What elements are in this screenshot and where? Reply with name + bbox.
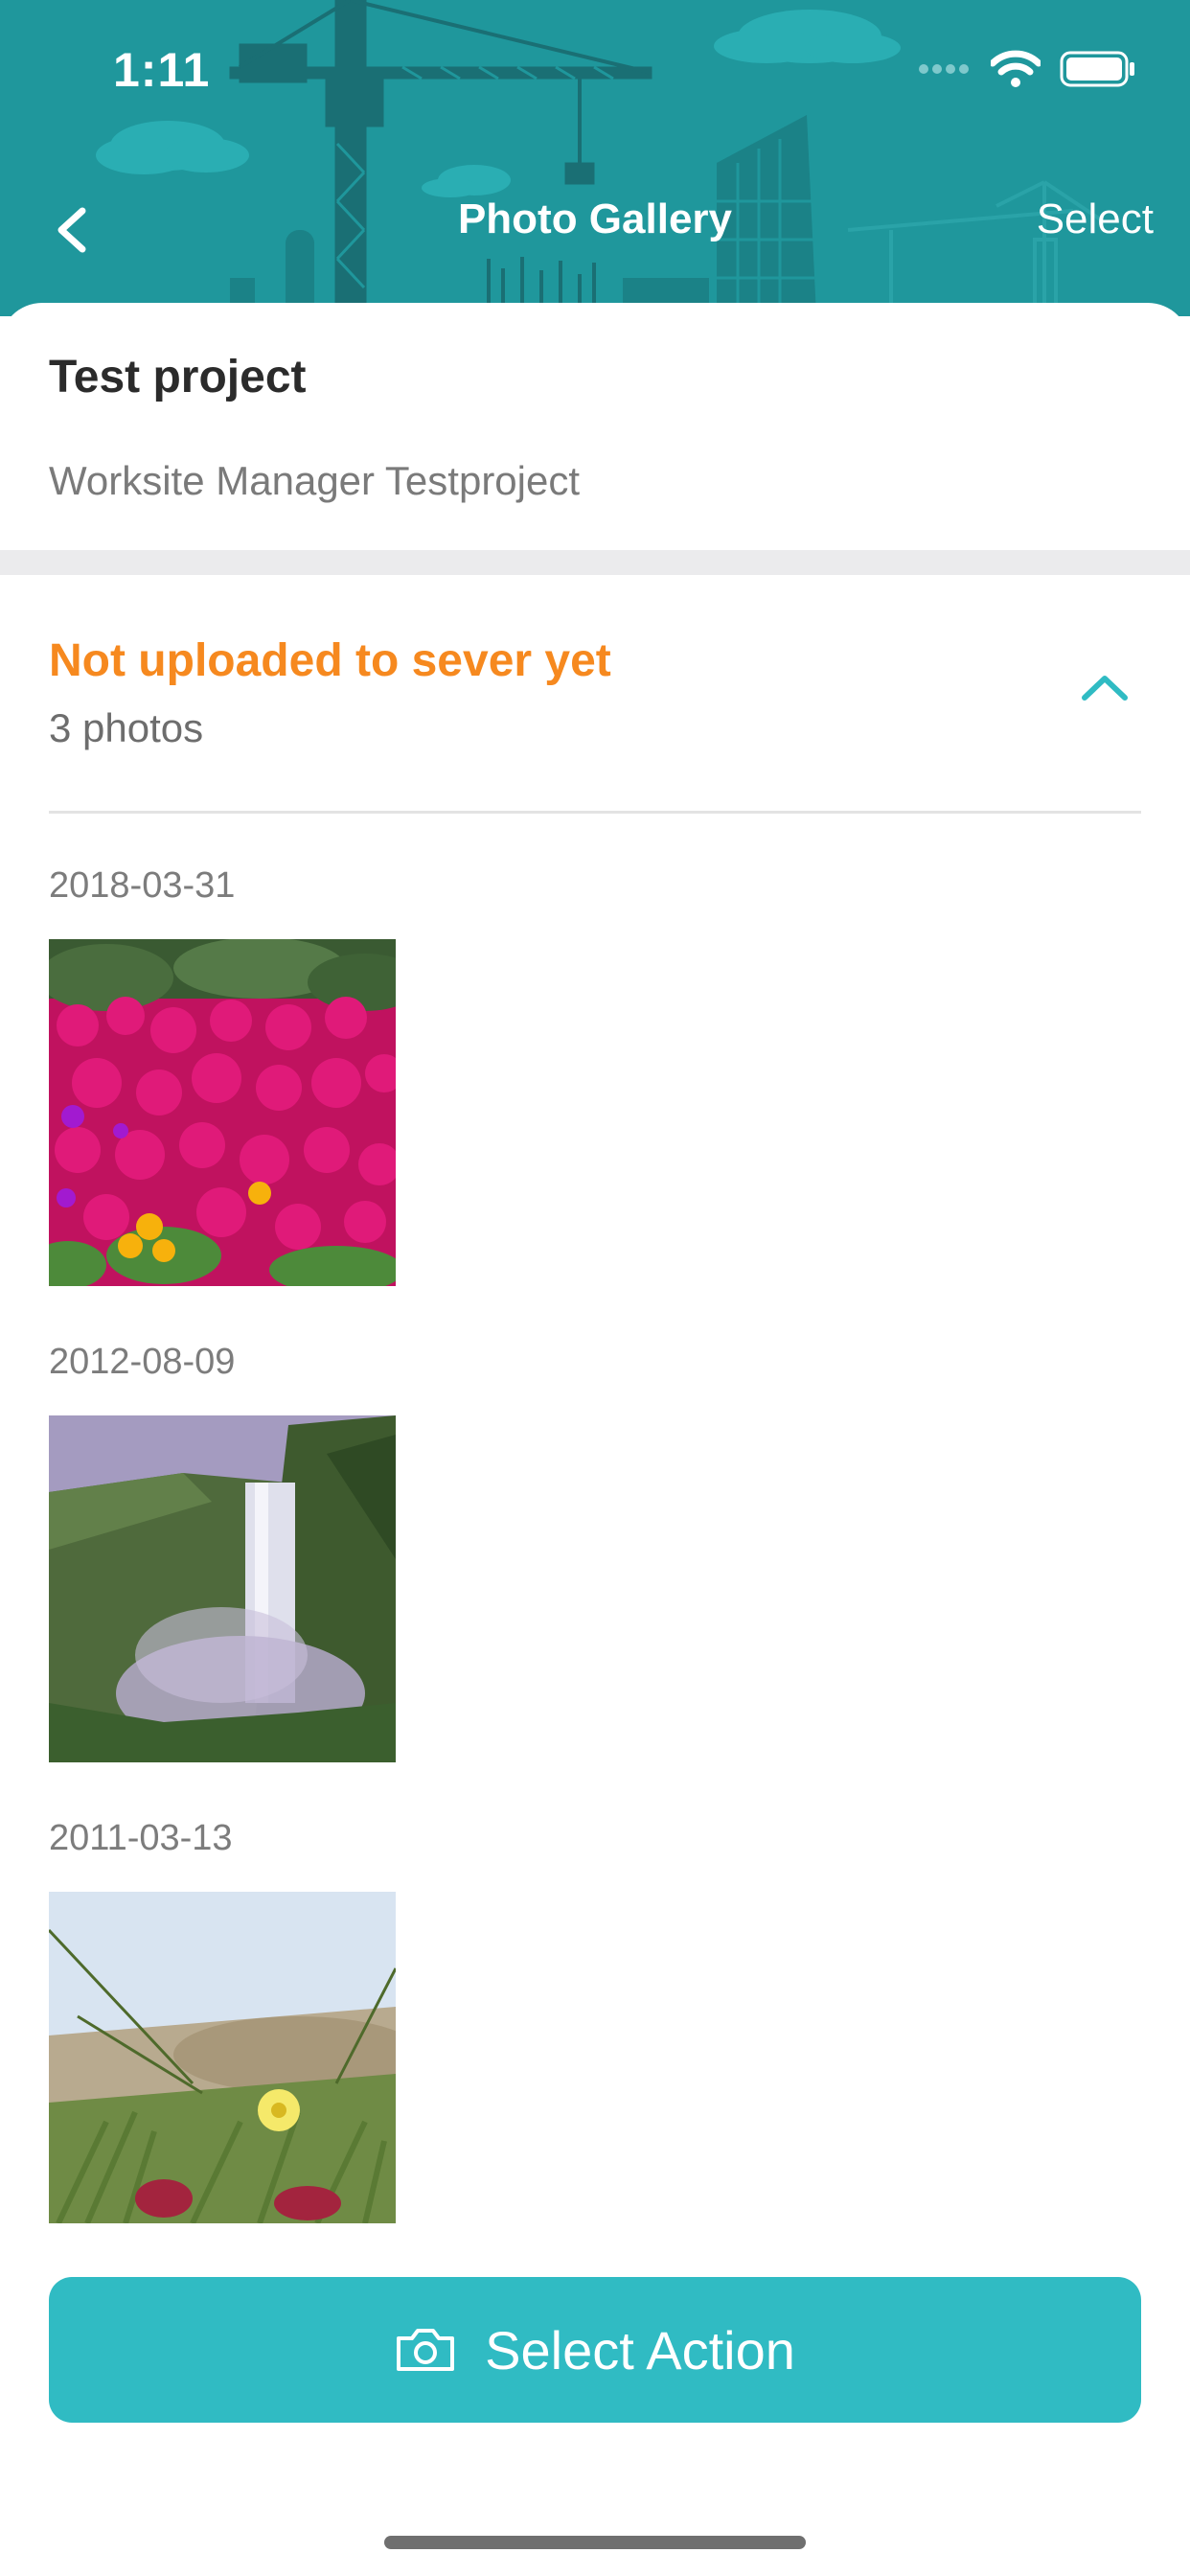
section-separator xyxy=(0,550,1190,575)
battery-icon xyxy=(1060,51,1134,87)
status-time: 1:11 xyxy=(113,43,211,97)
status-icons xyxy=(918,50,1136,88)
photo-date: 2018-03-31 xyxy=(49,865,236,906)
photo-count: 3 photos xyxy=(49,705,204,750)
project-subtitle: Worksite Manager Testproject xyxy=(49,458,581,503)
camera-icon xyxy=(397,2329,455,2371)
home-indicator xyxy=(384,2536,806,2549)
photo-date: 2011-03-13 xyxy=(49,1818,233,1858)
wifi-icon xyxy=(991,50,1041,87)
flower-field-image xyxy=(49,939,396,1286)
signal-icon xyxy=(919,64,969,74)
header: 1:11 Photo Gallery Select xyxy=(0,0,1190,316)
waterfall-image xyxy=(49,1415,396,1762)
select-action-label: Select Action xyxy=(485,2319,795,2380)
select-button[interactable]: Select xyxy=(1037,196,1154,243)
photo-thumbnail-waterfall[interactable] xyxy=(49,1415,396,1762)
divider xyxy=(49,811,1141,814)
photo-thumbnail-yellow-flower[interactable] xyxy=(49,1892,396,2223)
photo-date: 2012-08-09 xyxy=(49,1342,236,1382)
photo-thumbnail-flowers[interactable] xyxy=(49,939,396,1286)
select-action-button[interactable]: Select Action xyxy=(49,2277,1141,2423)
upload-section-header[interactable]: Not uploaded to sever yet 3 photos xyxy=(0,575,1190,813)
photo-gallery-screen: 1:11 Photo Gallery Select Test project W… xyxy=(0,0,1190,2576)
project-info: Test project Worksite Manager Testprojec… xyxy=(0,303,1190,550)
project-title: Test project xyxy=(49,352,307,402)
content-card: Test project Worksite Manager Testprojec… xyxy=(0,303,1190,2576)
page-title: Photo Gallery xyxy=(457,196,733,242)
section-title: Not uploaded to sever yet xyxy=(49,635,611,686)
yellow-flower-image xyxy=(49,1892,396,2223)
chevron-up-icon[interactable] xyxy=(1079,671,1131,703)
